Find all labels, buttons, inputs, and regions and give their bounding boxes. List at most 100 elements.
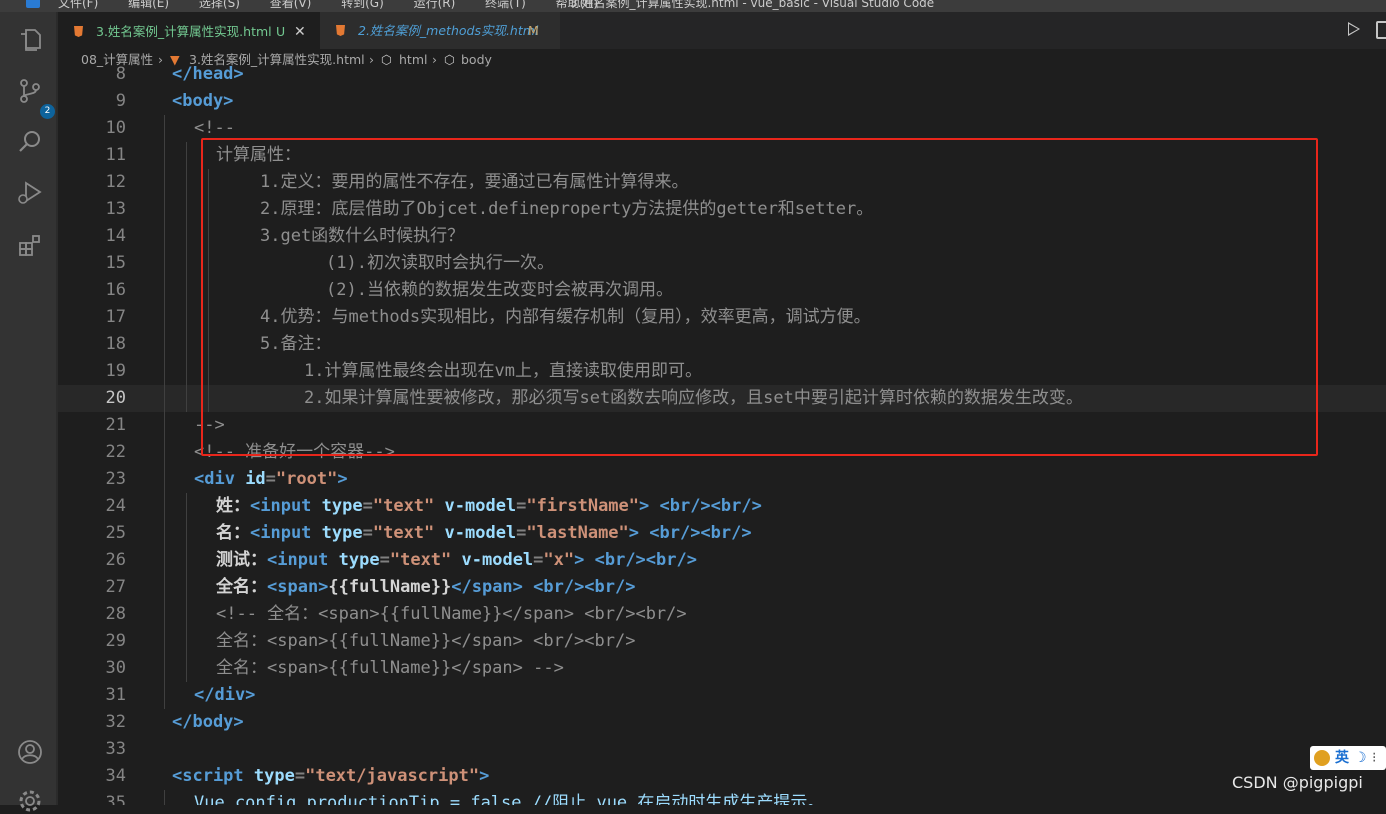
code-line[interactable]: 32 </body>: [58, 709, 1386, 736]
code-token: =: [362, 496, 373, 516]
ime-toolbar[interactable]: 英 ☽ ⁝: [1310, 746, 1386, 770]
ime-more-icon[interactable]: ⁝: [1372, 746, 1376, 770]
indent-guide: [164, 304, 165, 331]
indent-guide: [186, 223, 187, 250]
untracked-flag: U: [276, 24, 286, 39]
code-token: id: [245, 469, 266, 489]
code-text: 全名：<span>{{fullName}}</span> -->: [216, 655, 564, 682]
indent-guide: [164, 331, 165, 358]
explorer-icon[interactable]: [17, 26, 43, 52]
indent-guide: [186, 331, 187, 358]
code-token: <script: [172, 766, 254, 786]
indent-guide: [164, 412, 165, 439]
line-number: 15: [105, 253, 126, 273]
search-icon[interactable]: [17, 129, 43, 155]
line-number: 14: [105, 226, 126, 246]
code-line[interactable]: 28 <!-- 全名：<span>{{fullName}}</span> <br/…: [58, 601, 1386, 628]
line-number: 22: [105, 442, 126, 462]
indent-guide: [164, 655, 165, 682]
code-token: type: [321, 523, 363, 543]
split-editor-icon[interactable]: [1376, 21, 1386, 39]
menu-bar: 文件(F) 编辑(E) 选择(S) 查看(V) 转到(G) 运行(R) 终端(T…: [58, 0, 624, 11]
code-token: <!--: [194, 118, 235, 138]
code-line[interactable]: 23 <div id="root">: [58, 466, 1386, 493]
code-token: type: [338, 550, 380, 570]
code-token: type: [321, 496, 363, 516]
run-icon[interactable]: [1348, 22, 1360, 36]
code-line[interactable]: 8 </head>: [58, 62, 1386, 88]
menu-run[interactable]: 运行(R): [414, 0, 456, 10]
menu-view[interactable]: 查看(V): [270, 0, 312, 10]
code-line[interactable]: 27 全名：<span>{{fullName}}</span> <br/><br/…: [58, 574, 1386, 601]
code-token: 姓：: [216, 496, 250, 516]
code-line[interactable]: 34 <script type="text/javascript">: [58, 763, 1386, 790]
indent-guide: [186, 250, 187, 277]
line-number: 24: [105, 496, 126, 516]
code-token: =: [379, 550, 390, 570]
ime-logo-icon: [1314, 750, 1330, 766]
code-line[interactable]: 30 全名：<span>{{fullName}}</span> -->: [58, 655, 1386, 682]
indent-guide: [164, 250, 165, 277]
code-token: "text": [389, 550, 462, 570]
code-line[interactable]: 9 <body>: [58, 88, 1386, 115]
line-number: 21: [105, 415, 126, 435]
line-number: 35: [105, 793, 126, 805]
menu-selection[interactable]: 选择(S): [199, 0, 240, 10]
ime-language[interactable]: 英: [1335, 746, 1349, 770]
code-token: </body>: [172, 712, 244, 732]
code-token: <span>: [267, 577, 329, 597]
code-line[interactable]: 31 </div>: [58, 682, 1386, 709]
code-token: </span> <br/><br/>: [451, 577, 636, 597]
code-token: 全名：<span>{{fullName}}</span> -->: [216, 658, 564, 678]
code-token: > <br/><br/>: [639, 496, 762, 516]
title-bar: 文件(F) 编辑(E) 选择(S) 查看(V) 转到(G) 运行(R) 终端(T…: [0, 0, 1386, 12]
line-number: 27: [105, 577, 126, 597]
code-text: 姓：<input type="text" v-model="firstName"…: [216, 493, 762, 520]
menu-file[interactable]: 文件(F): [58, 0, 98, 10]
indent-guide: [186, 547, 187, 574]
indent-guide: [186, 574, 187, 601]
account-icon[interactable]: [17, 739, 43, 765]
indent-guide: [186, 304, 187, 331]
line-number: 25: [105, 523, 126, 543]
tab-computed-html[interactable]: 3.姓名案例_计算属性实现.html U ✕: [58, 12, 320, 50]
ime-moon-icon[interactable]: ☽: [1354, 746, 1367, 770]
settings-icon[interactable]: [17, 788, 43, 814]
code-line[interactable]: 26 测试：<input type="text" v-model="x"> <br…: [58, 547, 1386, 574]
line-number: 10: [105, 118, 126, 138]
code-line[interactable]: 35 Vue.config.productionTip = false //阻止 …: [58, 790, 1386, 805]
code-line[interactable]: 25 名：<input type="text" v-model="lastName…: [58, 520, 1386, 547]
code-line[interactable]: 24 姓：<input type="text" v-model="firstNam…: [58, 493, 1386, 520]
line-number: 30: [105, 658, 126, 678]
indent-guide: [186, 196, 187, 223]
indent-guide: [186, 520, 187, 547]
tab-label: 3.姓名案例_计算属性实现.html: [96, 24, 272, 39]
tab-methods-html[interactable]: 2.姓名案例_methods实现.html M: [320, 12, 560, 49]
menu-go[interactable]: 转到(G): [341, 0, 384, 10]
source-control-icon[interactable]: [17, 78, 43, 104]
menu-terminal[interactable]: 终端(T): [485, 0, 526, 10]
line-number: 23: [105, 469, 126, 489]
run-debug-icon[interactable]: [17, 180, 43, 206]
code-line[interactable]: 29 全名：<span>{{fullName}}</span> <br/><br/…: [58, 628, 1386, 655]
line-number: 28: [105, 604, 126, 624]
indent-guide: [164, 574, 165, 601]
extensions-icon[interactable]: [17, 233, 43, 259]
code-line[interactable]: 33: [58, 736, 1386, 763]
code-token: =: [533, 550, 544, 570]
indent-guide: [186, 628, 187, 655]
code-text: 全名：<span>{{fullName}}</span> <br/><br/>: [216, 574, 635, 601]
close-icon[interactable]: ✕: [294, 13, 306, 51]
code-text: </body>: [172, 709, 244, 736]
code-token: <div: [194, 469, 246, 489]
code-token: 名：: [216, 523, 250, 543]
code-token: <input: [267, 550, 339, 570]
code-token: "text": [372, 496, 445, 516]
code-text: </div>: [194, 682, 255, 709]
menu-edit[interactable]: 编辑(E): [128, 0, 169, 10]
annotation-highlight-box: [201, 138, 1318, 456]
line-number: 20: [105, 388, 126, 408]
code-token: Vue.config.productionTip = false //阻止 vu…: [194, 793, 825, 805]
code-token: "lastName": [526, 523, 629, 543]
code-token: =: [516, 523, 527, 543]
